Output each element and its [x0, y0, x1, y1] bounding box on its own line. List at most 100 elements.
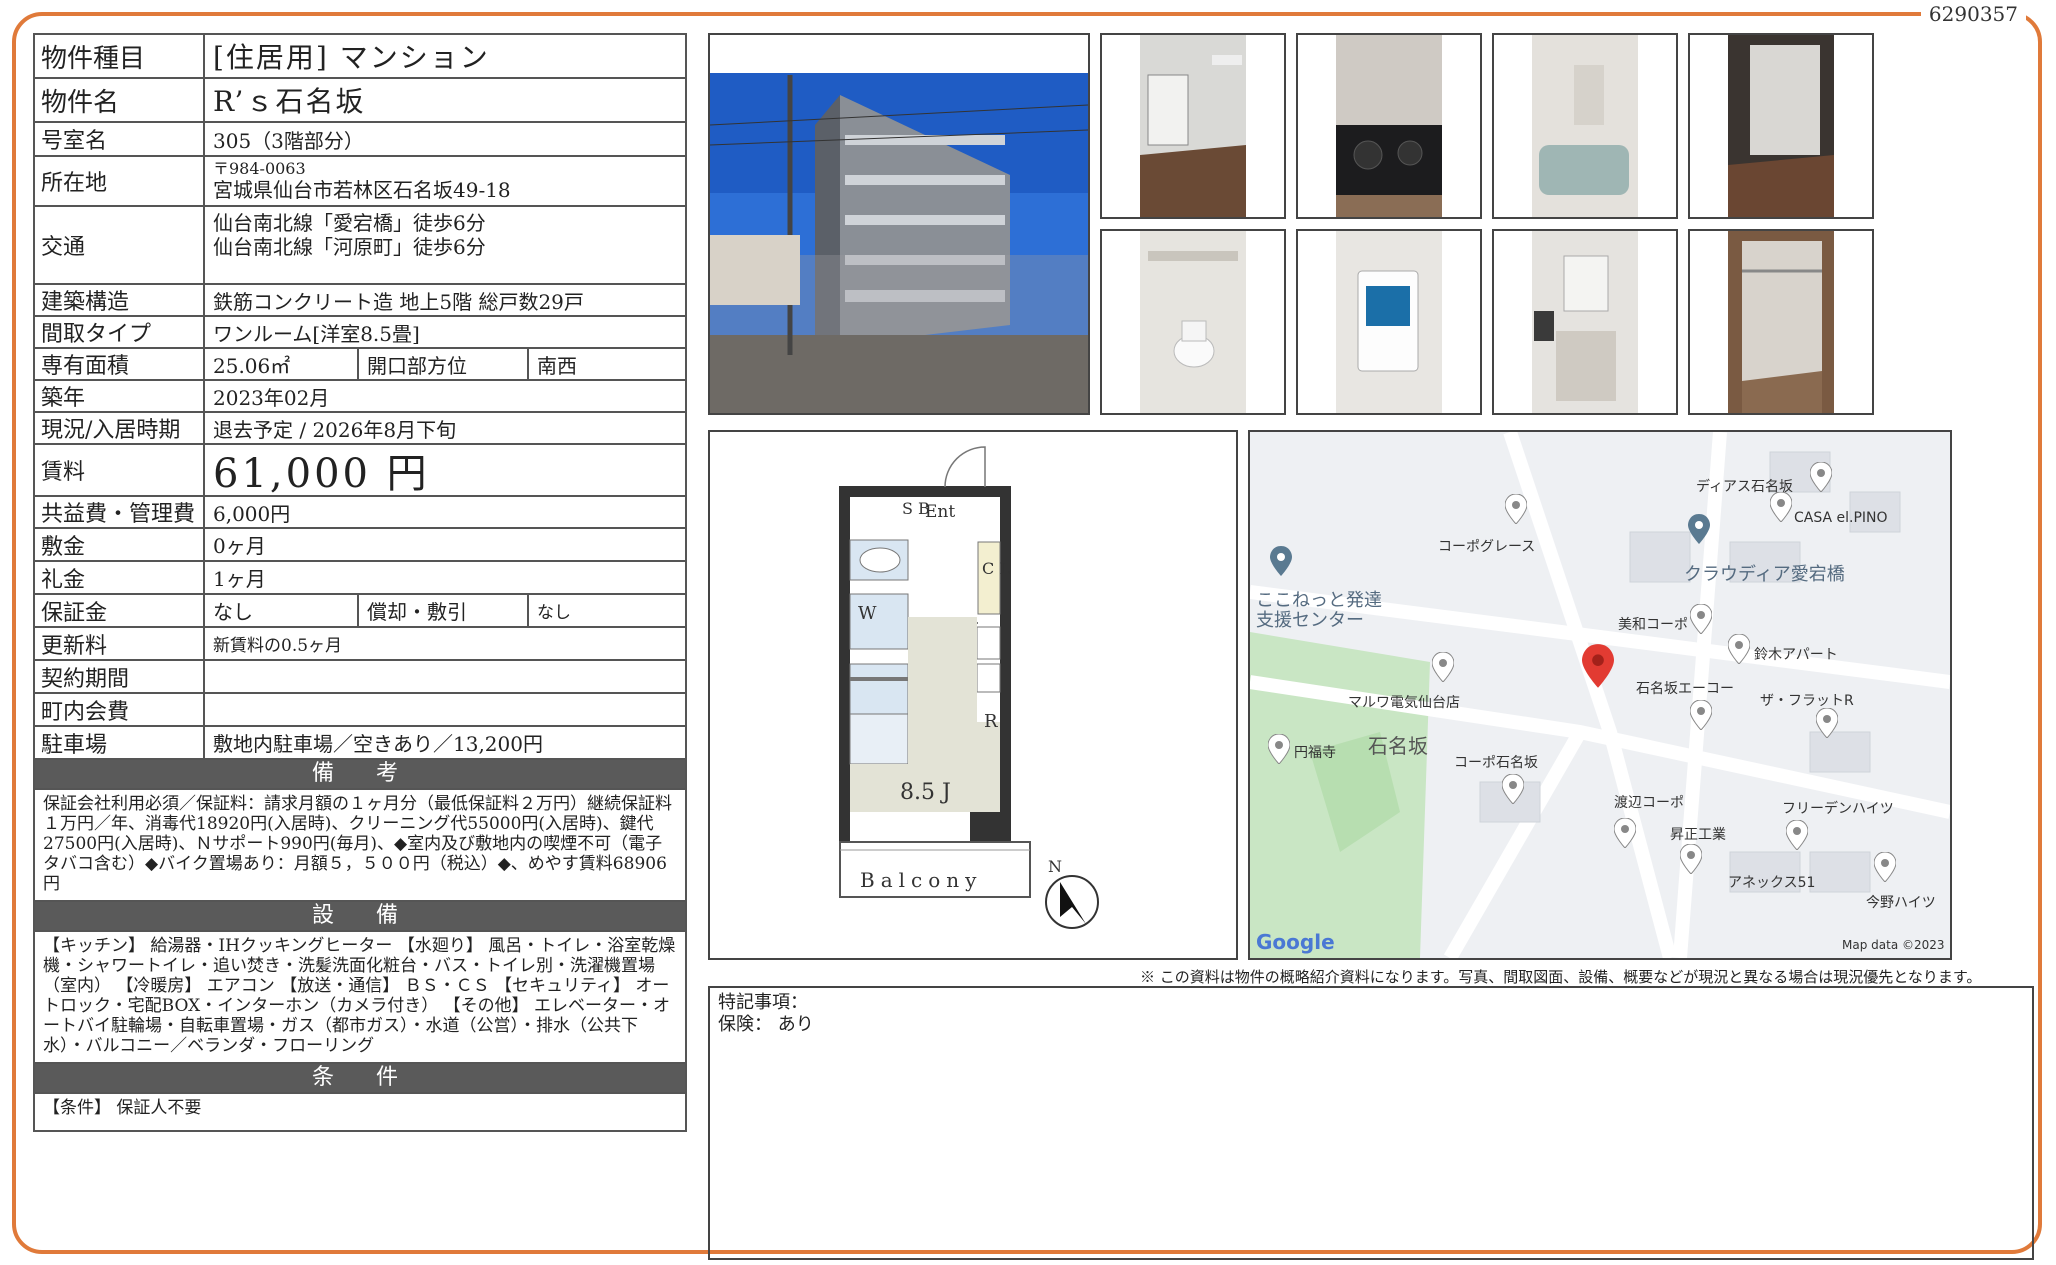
map-label: 渡辺コーポ — [1614, 795, 1684, 811]
rent-label: 賃料 — [35, 445, 205, 495]
access-line-2: 仙台南北線「河原町」徒歩6分 — [213, 235, 486, 259]
map-label: 円福寺 — [1294, 745, 1336, 761]
disclaimer-notice: ※ この資料は物件の概略紹介資料になります。写真、間取図面、設備、概要などが現況… — [1140, 968, 1982, 986]
row-layout: 間取タイプ ワンルーム[洋室8.5畳] — [35, 317, 685, 349]
row-address: 所在地 〒984-0063 宮城県仙台市若林区石名坂49-18 — [35, 157, 685, 207]
parking-label: 駐車場 — [35, 727, 205, 758]
name-label: 物件名 — [35, 79, 205, 121]
structure-value: 鉄筋コンクリート造 地上5階 総戸数29戸 — [213, 289, 584, 314]
north-compass-icon: N — [1045, 857, 1099, 929]
layout-value: ワンルーム[洋室8.5畳] — [213, 321, 420, 346]
keymoney-value: 1ヶ月 — [213, 567, 266, 591]
map-label: コーポ石名坂 — [1454, 755, 1538, 771]
remarks-text: 保証会社利用必須／保証料：請求月額の１ヶ月分（最低保証料２万円）継続保証料１万円… — [35, 790, 685, 902]
parking-value: 敷地内駐車場／空きあり／13,200円 — [213, 732, 543, 756]
room-photo-3 — [1492, 33, 1678, 219]
room-photo-7 — [1492, 229, 1678, 415]
renewal-value: 新賃料の0.5ヶ月 — [213, 636, 343, 656]
floor-plan: S B Ent C L W R 8.5 J Balcony N — [708, 430, 1238, 960]
map-label: フリーデンハイツ — [1782, 801, 1894, 817]
map-label: 美和コーポ — [1618, 617, 1688, 633]
access-label: 交通 — [35, 207, 205, 283]
row-name: 物件名 R’ｓ石名坂 — [35, 79, 685, 123]
community-label: 町内会費 — [35, 694, 205, 725]
row-access: 交通 仙台南北線「愛宕橋」徒歩6分 仙台南北線「河原町」徒歩6分 — [35, 207, 685, 285]
row-type: 物件種目 [住居用] マンション — [35, 35, 685, 79]
map-label: コーポグレース — [1438, 539, 1536, 555]
map-pin-icon — [1680, 844, 1702, 874]
map-pin-icon — [1688, 514, 1710, 544]
map-pin-icon — [1816, 708, 1838, 738]
renewal-label: 更新料 — [35, 628, 205, 659]
location-map: ディアス石名坂 CASA el.PINO コーポグレース クラウディア愛宕橋 こ… — [1248, 430, 1952, 960]
row-rent: 賃料 61,000 円 — [35, 445, 685, 497]
w-label: W — [858, 603, 877, 624]
special-notes-title: 特記事項： — [718, 992, 808, 1013]
status-value: 退去予定 / 2026年8月下旬 — [213, 417, 457, 442]
north-label: N — [1048, 857, 1062, 876]
special-notes-box: 特記事項： 保険： あり — [708, 986, 2034, 1260]
remarks-header: 備 考 — [35, 760, 685, 790]
property-location-pin-icon — [1582, 644, 1614, 688]
community-value — [205, 694, 685, 725]
row-room: 号室名 305（3階部分） — [35, 123, 685, 157]
map-pin-icon — [1874, 852, 1896, 882]
insurance-note: 保険： あり — [718, 1013, 814, 1035]
room-value: 305（3階部分） — [213, 128, 364, 153]
contract-value — [205, 661, 685, 692]
equipment-text: 【キッチン】 給湯器・IHクッキングヒーター 【水廻り】 風呂・トイレ・浴室乾燥… — [35, 932, 685, 1064]
row-parking: 駐車場 敷地内駐車場／空きあり／13,200円 — [35, 727, 685, 760]
property-name: R’ｓ石名坂 — [213, 85, 366, 118]
contract-label: 契約期間 — [35, 661, 205, 692]
map-label: 鈴木アパート — [1754, 647, 1838, 663]
map-label: クラウディア愛宕橋 — [1684, 564, 1845, 585]
built-label: 築年 — [35, 381, 205, 411]
room-photo-1 — [1100, 33, 1286, 219]
layout-label: 間取タイプ — [35, 317, 205, 347]
type-label: 物件種目 — [35, 35, 205, 77]
keymoney-label: 礼金 — [35, 562, 205, 593]
map-pin-icon — [1810, 462, 1832, 492]
guarantee-value: なし — [213, 600, 253, 624]
map-label: 石名坂 — [1368, 734, 1428, 758]
row-keymoney: 礼金 1ヶ月 — [35, 562, 685, 595]
row-structure: 建築構造 鉄筋コンクリート造 地上5階 総戸数29戸 — [35, 285, 685, 317]
map-pin-icon — [1690, 700, 1712, 730]
map-label: CASA el.PINO — [1794, 510, 1888, 526]
cl-label: C L — [982, 559, 1010, 578]
room-photo-2 — [1296, 33, 1482, 219]
building-exterior-photo — [708, 33, 1090, 415]
equipment-header: 設 備 — [35, 902, 685, 932]
opening-value: 南西 — [527, 349, 685, 379]
row-community: 町内会費 — [35, 694, 685, 727]
map-label: ディアス石名坂 — [1696, 479, 1794, 495]
conditions-header: 条 件 — [35, 1064, 685, 1094]
built-value: 2023年02月 — [213, 385, 330, 410]
row-contract: 契約期間 — [35, 661, 685, 694]
row-fee: 共益費・管理費 6,000円 — [35, 497, 685, 529]
deposit-value: 0ヶ月 — [213, 534, 266, 558]
room-photo-5 — [1100, 229, 1286, 415]
map-data-credit: Map data ©2023 — [1842, 938, 1945, 952]
room-photo-4 — [1688, 33, 1874, 219]
map-label: 石名坂エーコー — [1636, 681, 1734, 697]
row-built: 築年 2023年02月 — [35, 381, 685, 413]
area-value: 25.06㎡ — [213, 353, 291, 378]
postal-code: 〒984-0063 — [213, 159, 306, 179]
r-label: R — [984, 711, 998, 732]
map-label: 今野ハイツ — [1866, 895, 1936, 911]
room-size-label: 8.5 J — [900, 780, 951, 805]
map-pin-icon — [1432, 652, 1454, 682]
access-line-1: 仙台南北線「愛宕橋」徒歩6分 — [213, 211, 486, 235]
ent-label: Ent — [925, 502, 955, 522]
map-pin-icon — [1728, 634, 1750, 664]
property-info-table: 物件種目 [住居用] マンション 物件名 R’ｓ石名坂 号室名 305（3階部分… — [33, 33, 687, 1132]
map-pin-icon — [1770, 492, 1792, 522]
map-pin-icon — [1505, 494, 1527, 524]
row-deposit: 敷金 0ヶ月 — [35, 529, 685, 562]
deposit-label: 敷金 — [35, 529, 205, 560]
opening-label: 開口部方位 — [357, 349, 527, 379]
amort-label: 償却・敷引 — [357, 595, 527, 626]
fee-value: 6,000円 — [213, 501, 291, 526]
area-label: 専有面積 — [35, 349, 205, 379]
